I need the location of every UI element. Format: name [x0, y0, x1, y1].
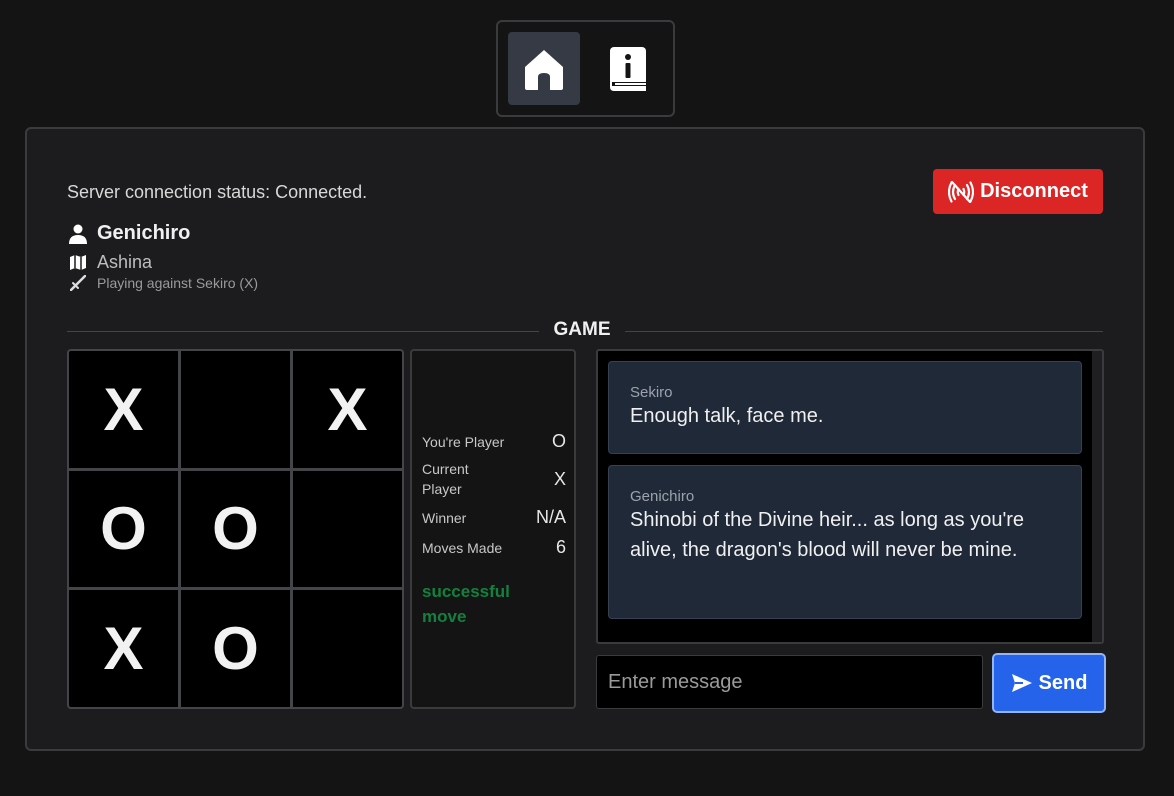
stat-value: N/A [535, 507, 566, 527]
connection-status: Server connection status: Connected. [67, 182, 368, 202]
chat-log[interactable]: Sekiro Enough talk, face me. Genichiro S… [596, 349, 1104, 644]
map-icon [67, 255, 89, 270]
opponent-text: Playing against Sekiro (X) [97, 275, 259, 291]
home-icon [525, 49, 563, 90]
board-cell[interactable]: X [69, 590, 178, 707]
disconnect-label: Disconnect [980, 180, 1088, 202]
opponent-row: Playing against Sekiro (X) [67, 275, 258, 291]
stat-value: X [553, 468, 566, 489]
signal-off-icon [948, 180, 975, 203]
section-title: GAME [553, 319, 611, 340]
board-cell[interactable]: O [69, 470, 178, 588]
game-stats: You're Player O Current Player X Winner … [410, 349, 576, 709]
disconnect-button[interactable]: Disconnect [933, 169, 1103, 214]
game-board: X X O O X O [67, 349, 404, 709]
chat-sender: Sekiro [630, 384, 673, 401]
stat-current: Current Player X [422, 459, 566, 499]
player-name: Genichiro [97, 222, 191, 244]
book-info-icon [610, 46, 646, 91]
message-input[interactable] [596, 655, 983, 709]
top-nav [496, 20, 675, 117]
chat-text: Shinobi of the Divine heir... as long as… [630, 509, 1025, 561]
chat-scrollbar[interactable] [1092, 351, 1102, 642]
player-clan-row: Ashina [67, 252, 152, 273]
stat-moves: Moves Made 6 [422, 537, 566, 558]
send-icon [1011, 674, 1032, 692]
board-cell[interactable] [293, 590, 402, 707]
stat-value: 6 [555, 537, 566, 557]
stat-label: Current Player [422, 461, 469, 497]
home-button[interactable] [508, 32, 580, 105]
player-clan: Ashina [97, 252, 153, 272]
board-cell[interactable] [181, 351, 290, 468]
divider [67, 331, 539, 332]
board-cell[interactable]: O [181, 590, 290, 707]
board-cell[interactable]: X [69, 351, 178, 468]
stat-label: Winner [422, 509, 467, 526]
stat-winner: Winner N/A [422, 507, 566, 528]
info-button[interactable] [592, 32, 664, 105]
stat-label: Moves Made [422, 539, 503, 556]
send-label: Send [1038, 671, 1088, 694]
chat-text: Enough talk, face me. [630, 405, 824, 427]
stat-label: You're Player [422, 433, 505, 450]
divider [625, 331, 1103, 332]
chat-sender: Genichiro [630, 488, 695, 505]
move-status-message: successful move [422, 582, 510, 626]
game-panel: Server connection status: Connected. Dis… [25, 127, 1145, 751]
board-cell[interactable]: O [181, 470, 290, 588]
user-icon [67, 224, 89, 244]
stat-you: You're Player O [422, 431, 566, 452]
send-button[interactable]: Send [992, 653, 1106, 713]
game-section-header: GAME [67, 319, 1103, 343]
chat-message: Sekiro Enough talk, face me. [608, 361, 1082, 454]
player-name-row: Genichiro [67, 222, 190, 245]
board-cell[interactable] [293, 470, 402, 588]
sword-icon [67, 275, 89, 291]
board-cell[interactable]: X [293, 351, 402, 468]
chat-message: Genichiro Shinobi of the Divine heir... … [608, 465, 1082, 619]
stat-value: O [551, 431, 566, 451]
